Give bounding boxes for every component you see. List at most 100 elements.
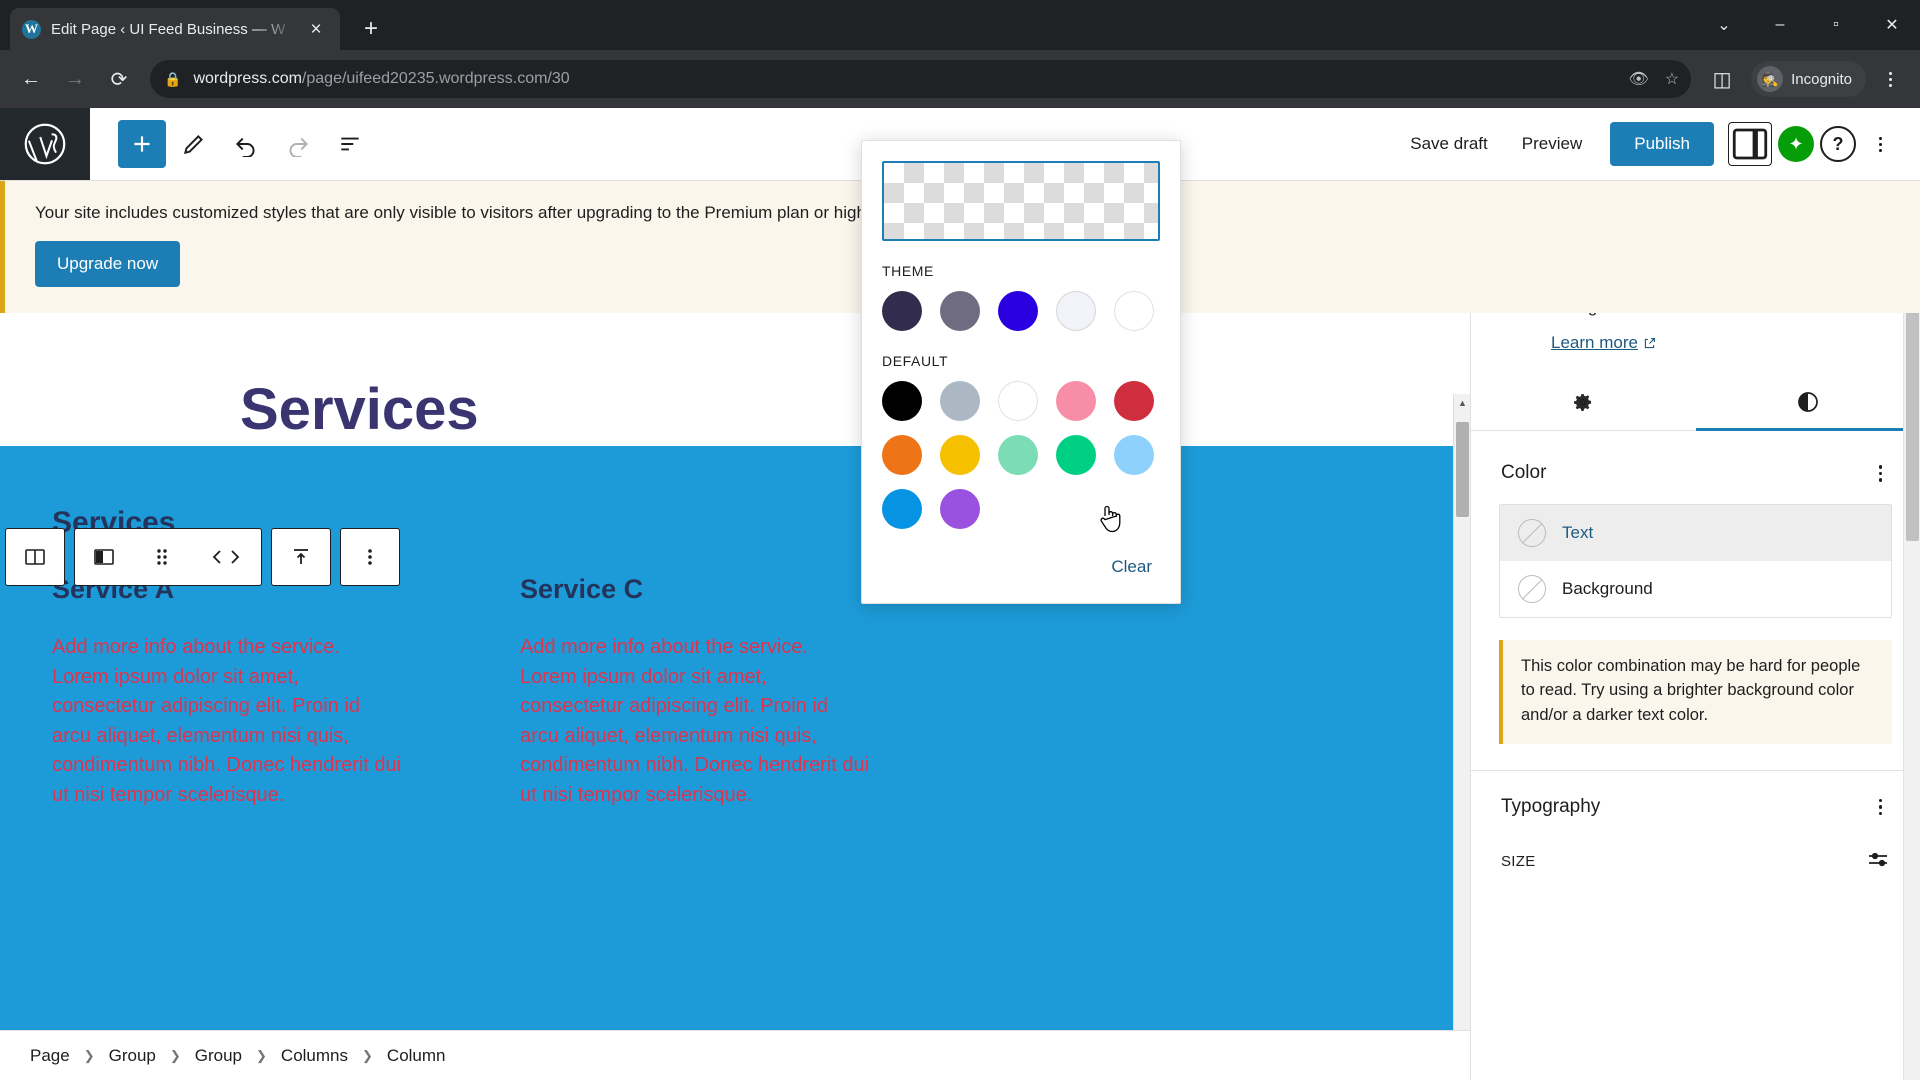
breadcrumb-item-column[interactable]: Column — [387, 1046, 446, 1066]
document-overview-button[interactable] — [326, 120, 374, 168]
color-section-title: Color — [1501, 462, 1547, 484]
vertical-dots-icon[interactable] — [341, 529, 399, 585]
profile-label: Incognito — [1791, 70, 1852, 88]
swatch-default-10[interactable] — [882, 489, 922, 529]
undo-button[interactable] — [222, 120, 270, 168]
swatch-theme-4[interactable] — [1114, 291, 1154, 331]
maximize-icon[interactable]: ▫ — [1808, 0, 1864, 50]
settings-sidebar-toggle[interactable] — [1728, 122, 1772, 166]
sidebar-icon-tabs — [1471, 373, 1920, 432]
swatch-default-5[interactable] — [882, 435, 922, 475]
save-draft-button[interactable]: Save draft — [1396, 124, 1502, 164]
color-row-text[interactable]: Text — [1500, 504, 1891, 561]
chevron-right-icon: ❯ — [362, 1047, 373, 1063]
gear-icon — [1574, 393, 1592, 411]
learn-more-link[interactable]: Learn more — [1551, 333, 1656, 353]
sidebar-scrollbar[interactable] — [1903, 181, 1920, 1080]
color-preview-swatch[interactable] — [882, 161, 1160, 241]
vertical-align-group — [271, 528, 331, 586]
swatch-theme-2[interactable] — [998, 291, 1038, 331]
incognito-avatar-icon: 🕵 — [1757, 66, 1784, 92]
swatch-theme-1[interactable] — [940, 291, 980, 331]
window-close-icon[interactable]: ✕ — [1864, 0, 1920, 50]
url-domain: wordpress.com — [193, 70, 302, 87]
column-block[interactable]: Service C Add more info about the servic… — [490, 574, 980, 811]
swatch-default-3[interactable] — [1056, 381, 1096, 421]
swatch-default-8[interactable] — [1056, 435, 1096, 475]
third-party-cookie-blocked-icon[interactable]: 👁︎ — [1628, 69, 1648, 89]
column-block[interactable]: Service A Add more info about the servic… — [0, 574, 490, 811]
contrast-warning-text: This color combination may be hard for p… — [1521, 656, 1861, 725]
help-question-icon[interactable]: ? — [1820, 126, 1856, 162]
color-option-list: Text Background — [1499, 503, 1892, 618]
typography-options-icon[interactable] — [1871, 791, 1891, 824]
no-color-swatch-icon — [1518, 574, 1546, 603]
swatch-default-1[interactable] — [940, 381, 980, 421]
reload-icon[interactable]: ⟳ — [100, 60, 138, 98]
breadcrumb-item-group-2[interactable]: Group — [195, 1046, 242, 1066]
typography-section-title: Typography — [1501, 796, 1601, 818]
swatch-theme-3[interactable] — [1056, 291, 1096, 331]
block-type-group — [5, 528, 65, 586]
redo-button[interactable] — [274, 120, 322, 168]
preview-button[interactable]: Preview — [1508, 124, 1596, 164]
edit-tool-button[interactable] — [170, 120, 218, 168]
swatch-default-0[interactable] — [882, 381, 922, 421]
swatch-default-9[interactable] — [1114, 435, 1154, 475]
add-block-button[interactable] — [118, 120, 166, 168]
swatch-default-7[interactable] — [998, 435, 1038, 475]
chevron-down-icon[interactable]: ⌄ — [1696, 0, 1752, 50]
forward-icon[interactable]: → — [56, 60, 94, 98]
new-tab-button[interactable]: + — [356, 14, 386, 44]
styles-tab[interactable] — [1695, 373, 1920, 432]
side-panel-icon[interactable]: ◫ — [1703, 60, 1741, 98]
color-section-header: Color — [1471, 431, 1920, 504]
drag-dots-icon[interactable] — [133, 529, 191, 585]
editor-canvas[interactable]: Services Services Service A Add more inf… — [0, 286, 1470, 1080]
minimize-icon[interactable]: – — [1752, 0, 1808, 50]
move-left-right-icon[interactable] — [191, 529, 261, 585]
sliders-icon[interactable] — [1866, 849, 1890, 874]
breadcrumb-item-columns[interactable]: Columns — [281, 1046, 348, 1066]
column-block-icon[interactable] — [6, 529, 64, 585]
canvas-scroll-thumb[interactable] — [1456, 422, 1469, 517]
clear-row: Clear — [882, 551, 1160, 583]
swatch-default-11[interactable] — [940, 489, 980, 529]
color-options-icon[interactable] — [1871, 457, 1891, 490]
more-options-icon[interactable] — [1862, 126, 1898, 162]
profile-chip[interactable]: 🕵 Incognito — [1751, 61, 1866, 97]
align-top-icon[interactable] — [272, 529, 330, 585]
settings-tab[interactable] — [1471, 373, 1696, 430]
swatch-default-4[interactable] — [1114, 381, 1154, 421]
breadcrumb-item-group-1[interactable]: Group — [109, 1046, 156, 1066]
close-icon[interactable]: × — [304, 17, 328, 41]
browser-tab[interactable]: W Edit Page ‹ UI Feed Business — W × — [10, 8, 340, 50]
wordpress-logo-icon[interactable] — [0, 108, 90, 180]
breadcrumb-item-page[interactable]: Page — [30, 1046, 70, 1066]
browser-window: W Edit Page ‹ UI Feed Business — W × + ⌄… — [0, 0, 1920, 1080]
address-bar[interactable]: 🔒 wordpress.com/page/uifeed20235.wordpre… — [150, 60, 1692, 98]
chevron-right-icon: ❯ — [83, 1047, 95, 1063]
jetpack-icon[interactable]: ✦ — [1778, 126, 1814, 162]
editor-tools — [90, 108, 374, 180]
color-row-background[interactable]: Background — [1500, 561, 1891, 617]
scroll-up-icon[interactable]: ▲ — [1454, 394, 1470, 411]
color-row-label: Background — [1562, 578, 1653, 598]
publish-button[interactable]: Publish — [1610, 122, 1714, 166]
chrome-menu-icon[interactable] — [1872, 61, 1908, 97]
theme-palette-label: THEME — [882, 263, 934, 279]
bookmark-star-icon[interactable]: ☆ — [1665, 69, 1679, 89]
swatch-default-2[interactable] — [998, 381, 1038, 421]
color-picker-popover: THEME DEFAULT Clear — [861, 140, 1181, 604]
breadcrumb: Page ❯ Group ❯ Group ❯ Columns ❯ Column — [0, 1030, 1470, 1080]
back-icon[interactable]: ← — [12, 60, 50, 98]
upgrade-now-button[interactable]: Upgrade now — [35, 241, 181, 287]
align-block-icon[interactable] — [75, 529, 133, 585]
swatch-default-6[interactable] — [940, 435, 980, 475]
browser-tabstrip: W Edit Page ‹ UI Feed Business — W × + ⌄… — [0, 0, 1920, 50]
swatch-theme-0[interactable] — [882, 291, 922, 331]
clear-color-button[interactable]: Clear — [1103, 551, 1160, 583]
no-color-swatch-icon — [1518, 518, 1546, 547]
window-controls: ⌄ – ▫ ✕ — [1696, 0, 1920, 50]
canvas-scrollbar[interactable]: ▲ ▼ — [1453, 394, 1470, 1080]
